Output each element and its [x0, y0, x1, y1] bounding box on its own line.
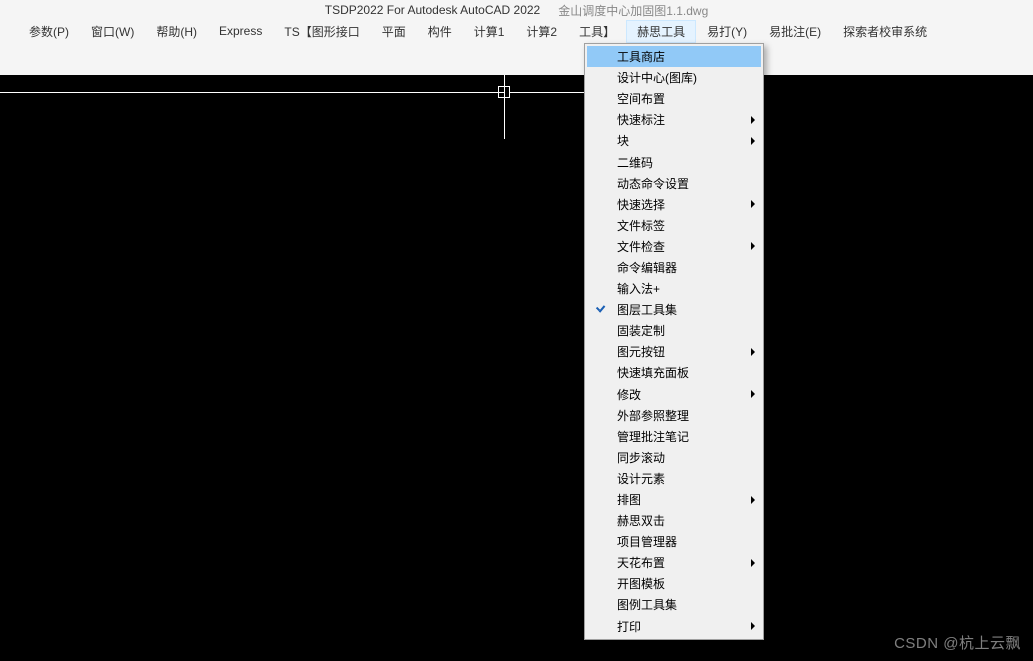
menu-bar: 参数(P)窗口(W)帮助(H)ExpressTS【图形接口平面构件计算1计算2工…	[0, 20, 1033, 42]
menu-option-label: 天花布置	[617, 554, 665, 571]
menu-option-label: 块	[617, 132, 629, 149]
menu-option[interactable]: 快速填充面板	[587, 362, 761, 383]
menu-option[interactable]: 排图	[587, 489, 761, 510]
menu-option-label: 图层工具集	[617, 301, 677, 318]
submenu-arrow-icon	[751, 390, 755, 398]
drawing-canvas[interactable]	[0, 75, 1033, 661]
menu-item-0[interactable]: 参数(P)	[18, 20, 80, 43]
menu-option[interactable]: 天花布置	[587, 552, 761, 573]
menu-item-12[interactable]: 易批注(E)	[758, 20, 832, 43]
menu-option[interactable]: 设计中心(图库)	[587, 67, 761, 88]
menu-option[interactable]: 空间布置	[587, 88, 761, 109]
menu-option[interactable]: 命令编辑器	[587, 257, 761, 278]
menu-option-label: 固装定制	[617, 322, 665, 339]
menu-option[interactable]: 文件标签	[587, 215, 761, 236]
menu-option[interactable]: 快速选择	[587, 194, 761, 215]
menu-option-label: 管理批注笔记	[617, 428, 689, 445]
check-icon	[595, 304, 607, 316]
hesi-tools-menu: 工具商店设计中心(图库) 空间布置快速标注块二维码动态命令设置快速选择文件标签文件…	[584, 43, 764, 640]
menu-item-3[interactable]: Express	[208, 21, 273, 41]
app-title: TSDP2022 For Autodesk AutoCAD 2022	[325, 3, 540, 17]
menu-option-label: 设计中心(图库)	[617, 69, 697, 86]
menu-option[interactable]: 图例工具集	[587, 594, 761, 615]
pickbox	[498, 86, 510, 98]
submenu-arrow-icon	[751, 200, 755, 208]
crosshair-h	[0, 92, 504, 93]
menu-item-5[interactable]: 平面	[371, 20, 417, 43]
menu-item-6[interactable]: 构件	[417, 20, 463, 43]
menu-option-label: 快速选择	[617, 196, 665, 213]
menu-item-1[interactable]: 窗口(W)	[80, 20, 145, 43]
menu-option[interactable]: 工具商店	[587, 46, 761, 67]
menu-option-label: 图例工具集	[617, 596, 677, 613]
menu-option[interactable]: 固装定制	[587, 320, 761, 341]
menu-item-13[interactable]: 探索者校审系统	[832, 20, 938, 43]
menu-option[interactable]: 打印	[587, 616, 761, 637]
submenu-arrow-icon	[751, 622, 755, 630]
menu-option-label: 修改	[617, 386, 641, 403]
menu-option[interactable]: 图层工具集	[587, 299, 761, 320]
menu-option-label: 快速填充面板	[617, 364, 689, 381]
menu-option-label: 文件标签	[617, 217, 665, 234]
menu-option[interactable]: 块	[587, 130, 761, 151]
watermark: CSDN @杭上云飘	[894, 632, 1021, 653]
menu-option-label: 开图模板	[617, 575, 665, 592]
menu-option[interactable]: 外部参照整理	[587, 405, 761, 426]
menu-option-label: 命令编辑器	[617, 259, 677, 276]
menu-item-8[interactable]: 计算2	[515, 20, 568, 43]
menu-item-2[interactable]: 帮助(H)	[145, 20, 208, 43]
menu-option-label: 文件检查	[617, 238, 665, 255]
submenu-arrow-icon	[751, 116, 755, 124]
submenu-arrow-icon	[751, 137, 755, 145]
menu-option-label: 赫思双击	[617, 512, 665, 529]
menu-option[interactable]: 动态命令设置	[587, 173, 761, 194]
menu-option[interactable]: 项目管理器	[587, 531, 761, 552]
menu-option-label: 空间布置	[617, 90, 665, 107]
menu-option-label: 打印	[617, 618, 641, 635]
menu-option-label: 图元按钮	[617, 343, 665, 360]
menu-item-11[interactable]: 易打(Y)	[696, 20, 758, 43]
submenu-arrow-icon	[751, 348, 755, 356]
menu-option-label: 排图	[617, 491, 641, 508]
submenu-arrow-icon	[751, 496, 755, 504]
crosshair-v	[504, 75, 505, 139]
menu-item-9[interactable]: 工具】	[568, 20, 626, 43]
crosshair-h	[510, 92, 585, 93]
menu-option[interactable]: 修改	[587, 384, 761, 405]
menu-item-7[interactable]: 计算1	[463, 20, 516, 43]
title-bar: TSDP2022 For Autodesk AutoCAD 2022 金山调度中…	[0, 0, 1033, 20]
menu-option-label: 工具商店	[617, 48, 665, 65]
menu-option-label: 动态命令设置	[617, 175, 689, 192]
menu-option[interactable]: 开图模板	[587, 573, 761, 594]
menu-option-label: 快速标注	[617, 111, 665, 128]
menu-option[interactable]: 文件检查	[587, 236, 761, 257]
menu-option[interactable]: 二维码	[587, 151, 761, 172]
menu-item-4[interactable]: TS【图形接口	[273, 20, 370, 43]
menu-option[interactable]: 快速标注	[587, 109, 761, 130]
submenu-arrow-icon	[751, 242, 755, 250]
menu-option-label: 设计元素	[617, 470, 665, 487]
menu-option-label: 项目管理器	[617, 533, 677, 550]
menu-item-10[interactable]: 赫思工具	[626, 20, 696, 43]
document-name: 金山调度中心加固图1.1.dwg	[558, 2, 708, 19]
menu-option[interactable]: 输入法+	[587, 278, 761, 299]
menu-option-label: 二维码	[617, 154, 653, 171]
menu-option[interactable]: 图元按钮	[587, 341, 761, 362]
menu-option-label: 外部参照整理	[617, 407, 689, 424]
menu-option[interactable]: 设计元素	[587, 468, 761, 489]
submenu-arrow-icon	[751, 559, 755, 567]
menu-option[interactable]: 管理批注笔记	[587, 426, 761, 447]
menu-option[interactable]: 赫思双击	[587, 510, 761, 531]
menu-option-label: 同步滚动	[617, 449, 665, 466]
menu-option-label: 输入法+	[617, 280, 660, 297]
menu-option[interactable]: 同步滚动	[587, 447, 761, 468]
